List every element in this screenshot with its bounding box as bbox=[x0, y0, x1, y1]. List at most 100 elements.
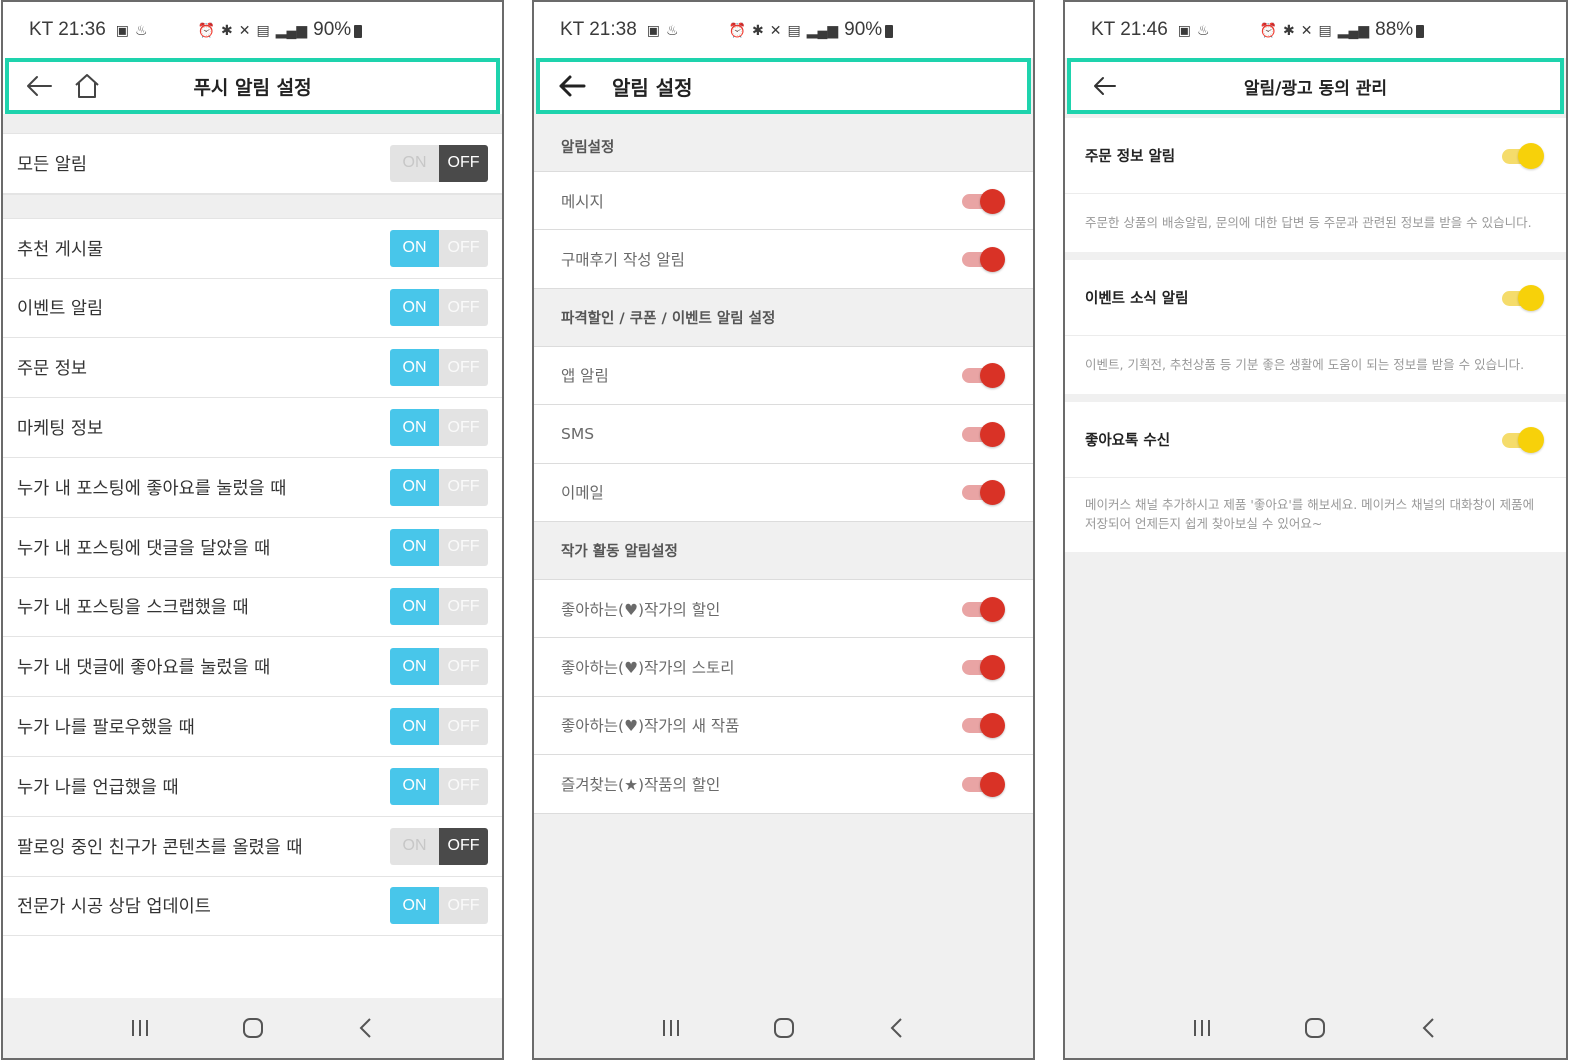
setting-row: 주문 정보 ON OFF bbox=[3, 338, 502, 399]
toggle-switch[interactable] bbox=[962, 655, 1005, 681]
on-off-toggle[interactable]: ON OFF bbox=[390, 229, 488, 267]
on-segment[interactable]: ON bbox=[390, 708, 439, 746]
on-off-toggle[interactable]: ON OFF bbox=[390, 887, 488, 925]
consent-description: 이벤트, 기획전, 추천상품 등 기분 좋은 생활에 도움이 되는 정보를 받을… bbox=[1065, 336, 1566, 394]
setting-row-all: 모든 알림 ON OFF bbox=[3, 134, 502, 194]
app-header: 알림 설정 bbox=[536, 58, 1031, 114]
on-off-toggle[interactable]: ON OFF bbox=[390, 144, 488, 182]
setting-label: 좋아하는(♥)작가의 스토리 bbox=[561, 659, 735, 678]
section-header: 알림설정 bbox=[534, 114, 1033, 172]
back-button-icon[interactable] bbox=[879, 1010, 915, 1046]
gallery-icon: ▣ bbox=[646, 21, 660, 38]
toggle-switch[interactable] bbox=[962, 247, 1005, 273]
toggle-switch[interactable] bbox=[962, 713, 1005, 739]
toggle-switch[interactable] bbox=[1502, 284, 1544, 311]
on-segment[interactable]: ON bbox=[390, 588, 439, 626]
mute-icon: ✕ bbox=[238, 21, 251, 38]
toggle-switch[interactable] bbox=[1502, 426, 1544, 453]
setting-row: 이벤트 알림 ON OFF bbox=[3, 278, 502, 339]
setting-row: 좋아하는(♥)작가의 새 작품 bbox=[534, 696, 1033, 756]
setting-row: SMS bbox=[534, 405, 1033, 464]
on-segment[interactable]: ON bbox=[390, 767, 439, 805]
on-off-toggle[interactable]: ON OFF bbox=[390, 468, 488, 506]
off-segment[interactable]: OFF bbox=[439, 827, 488, 865]
recent-apps-icon[interactable] bbox=[1184, 1010, 1220, 1046]
consent-row-order-info: 주문 정보 알림 bbox=[1065, 118, 1566, 194]
home-icon[interactable] bbox=[67, 66, 107, 106]
back-arrow-icon[interactable] bbox=[552, 66, 592, 106]
off-segment[interactable]: OFF bbox=[439, 144, 488, 182]
system-nav-bar bbox=[534, 998, 1033, 1058]
on-segment[interactable]: ON bbox=[390, 827, 439, 865]
off-segment[interactable]: OFF bbox=[439, 767, 488, 805]
setting-row: 메시지 bbox=[534, 172, 1033, 231]
on-off-toggle[interactable]: ON OFF bbox=[390, 409, 488, 447]
off-segment[interactable]: OFF bbox=[439, 708, 488, 746]
off-segment[interactable]: OFF bbox=[439, 349, 488, 387]
back-arrow-icon[interactable] bbox=[1085, 66, 1125, 106]
off-segment[interactable]: OFF bbox=[439, 229, 488, 267]
on-segment[interactable]: ON bbox=[390, 289, 439, 327]
home-button-icon[interactable] bbox=[766, 1010, 802, 1046]
recent-apps-icon[interactable] bbox=[122, 1010, 158, 1046]
off-segment[interactable]: OFF bbox=[439, 289, 488, 327]
setting-label: 누가 나를 언급했을 때 bbox=[17, 777, 179, 798]
divider bbox=[1065, 252, 1566, 260]
setting-label: SMS bbox=[561, 424, 595, 443]
toggle-switch[interactable] bbox=[962, 596, 1005, 622]
setting-label: 이벤트 알림 bbox=[17, 299, 104, 320]
off-segment[interactable]: OFF bbox=[439, 409, 488, 447]
on-off-toggle[interactable]: ON OFF bbox=[390, 349, 488, 387]
on-segment[interactable]: ON bbox=[390, 349, 439, 387]
on-off-toggle[interactable]: ON OFF bbox=[390, 708, 488, 746]
toggle-switch[interactable] bbox=[962, 771, 1005, 797]
home-button-icon[interactable] bbox=[235, 1010, 271, 1046]
on-segment[interactable]: ON bbox=[390, 528, 439, 566]
back-button-icon[interactable] bbox=[348, 1010, 384, 1046]
recent-apps-icon[interactable] bbox=[653, 1010, 689, 1046]
back-button-icon[interactable] bbox=[1411, 1010, 1447, 1046]
battery-level: 90% bbox=[313, 19, 352, 40]
on-off-toggle[interactable]: ON OFF bbox=[390, 827, 488, 865]
setting-row: 즐겨찾는(★)작품의 할인 bbox=[534, 755, 1033, 814]
on-segment[interactable]: ON bbox=[390, 409, 439, 447]
off-segment[interactable]: OFF bbox=[439, 588, 488, 626]
setting-label: 누가 내 포스팅에 댓글을 달았을 때 bbox=[17, 538, 271, 559]
off-segment[interactable]: OFF bbox=[439, 648, 488, 686]
on-segment[interactable]: ON bbox=[390, 468, 439, 506]
hd-lte-icon: ▤ bbox=[787, 21, 801, 38]
status-bar: KT 21:38 ▣ ♨ ⏰ ✱ ✕ ▤ ▂▄▆ 90% bbox=[534, 2, 1033, 58]
setting-row: 좋아하는(♥)작가의 할인 bbox=[534, 579, 1033, 639]
battery-icon bbox=[885, 24, 894, 38]
setting-row: 좋아하는(♥)작가의 스토리 bbox=[534, 638, 1033, 697]
toggle-switch[interactable] bbox=[962, 480, 1005, 506]
status-bar: KT 21:46 ▣ ♨ ⏰ ✱ ✕ ▤ ▂▄▆ 88% bbox=[1065, 2, 1566, 58]
consent-label: 이벤트 소식 알림 bbox=[1085, 291, 1189, 307]
on-off-toggle[interactable]: ON OFF bbox=[390, 289, 488, 327]
alarm-icon: ⏰ bbox=[1259, 21, 1277, 38]
on-segment[interactable]: ON bbox=[390, 229, 439, 267]
on-off-toggle[interactable]: ON OFF bbox=[390, 528, 488, 566]
toggle-switch[interactable] bbox=[1502, 142, 1544, 169]
off-segment[interactable]: OFF bbox=[439, 528, 488, 566]
off-segment[interactable]: OFF bbox=[439, 887, 488, 925]
back-arrow-icon[interactable] bbox=[19, 66, 59, 106]
notification-icon: ♨ bbox=[666, 21, 679, 38]
app-header: 알림/광고 동의 관리 bbox=[1067, 58, 1564, 114]
on-segment[interactable]: ON bbox=[390, 648, 439, 686]
on-off-toggle[interactable]: ON OFF bbox=[390, 648, 488, 686]
page-title: 알림/광고 동의 관리 bbox=[1243, 78, 1388, 99]
setting-label: 전문가 시공 상담 업데이트 bbox=[17, 897, 211, 918]
consent-description: 메이커스 채널 추가하시고 제품 '좋아요'를 해보세요. 메이커스 채널의 대… bbox=[1065, 478, 1566, 552]
toggle-switch[interactable] bbox=[962, 363, 1005, 389]
setting-row: 누가 나를 팔로우했을 때 ON OFF bbox=[3, 697, 502, 757]
toggle-switch[interactable] bbox=[962, 421, 1005, 447]
on-segment[interactable]: ON bbox=[390, 144, 439, 182]
home-button-icon[interactable] bbox=[1297, 1010, 1333, 1046]
off-segment[interactable]: OFF bbox=[439, 468, 488, 506]
toggle-switch[interactable] bbox=[962, 188, 1005, 214]
on-off-toggle[interactable]: ON OFF bbox=[390, 588, 488, 626]
on-off-toggle[interactable]: ON OFF bbox=[390, 767, 488, 805]
setting-row: 누가 나를 언급했을 때 ON OFF bbox=[3, 756, 502, 817]
on-segment[interactable]: ON bbox=[390, 887, 439, 925]
